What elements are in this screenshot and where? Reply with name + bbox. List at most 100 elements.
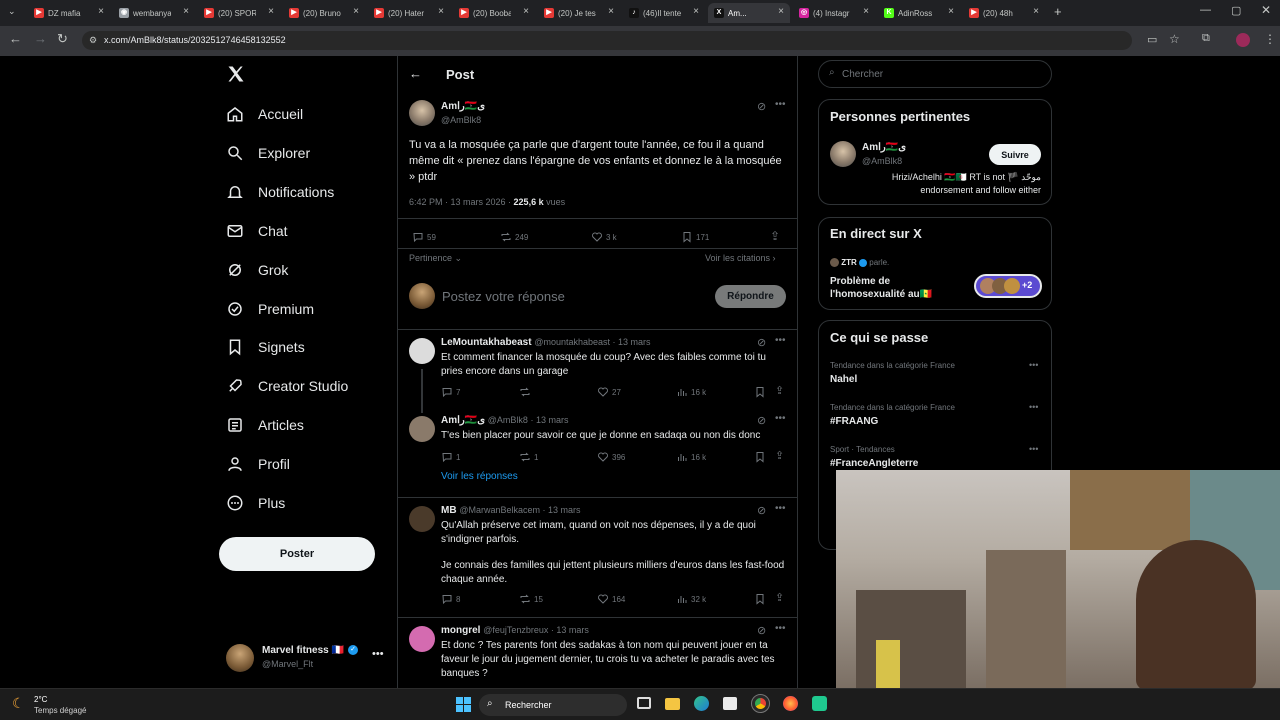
reply-reply-count[interactable]: 7 <box>441 386 460 398</box>
browser-menu-icon[interactable]: ⋮ <box>1264 32 1276 46</box>
maximize-button[interactable]: ▢ <box>1231 4 1241 17</box>
browser-tab[interactable]: ▶ (20) 48h × <box>963 3 1045 23</box>
reply-repost-count[interactable]: 15 <box>519 593 543 605</box>
browser-tab[interactable]: ▶ (20) Bruno × <box>283 3 365 23</box>
live-host[interactable]: ZTR parle. <box>830 258 889 268</box>
reply-views-count[interactable]: 16 k <box>676 386 706 398</box>
reply-author-name[interactable]: Amرا🇱🇾ى <box>441 415 485 426</box>
install-app-icon[interactable]: ▭ <box>1147 33 1157 46</box>
chrome-icon[interactable] <box>751 694 770 713</box>
edge-icon[interactable] <box>694 696 709 711</box>
share-icon[interactable]: ⇪ <box>775 591 784 604</box>
reply-more-icon[interactable]: ••• <box>775 503 786 514</box>
reply-count[interactable]: 59 <box>412 231 436 243</box>
tab-close-icon[interactable]: × <box>183 6 189 17</box>
trend-more-icon[interactable]: ••• <box>1029 402 1038 412</box>
nav-item-plus[interactable]: Plus <box>226 494 285 512</box>
nav-item-profil[interactable]: Profil <box>226 455 290 473</box>
tab-close-icon[interactable]: × <box>523 6 529 17</box>
reply-more-icon[interactable]: ••• <box>775 335 786 346</box>
extensions-icon[interactable]: ⧉ <box>1202 32 1210 45</box>
sort-dropdown[interactable]: Pertinence ⌄ <box>409 253 462 264</box>
browser-tab[interactable]: ♪ (46)Il tente × <box>623 3 705 23</box>
reply-author-handle[interactable]: @MarwanBelkacem · 13 mars <box>459 505 580 515</box>
reply-author-handle[interactable]: @AmBlk8 · 13 mars <box>488 415 569 425</box>
app-icon[interactable] <box>812 696 827 711</box>
reply-bookmark[interactable] <box>754 451 766 463</box>
weather-desc[interactable]: Temps dégagé <box>34 706 86 715</box>
browser-tab[interactable]: X Am... × <box>708 3 790 23</box>
reply-bookmark[interactable] <box>754 593 766 605</box>
quotes-link[interactable]: Voir les citations › <box>705 253 776 263</box>
firefox-icon[interactable] <box>783 696 798 711</box>
bookmark-count[interactable]: 171 <box>681 231 709 243</box>
task-view-icon[interactable] <box>637 697 651 709</box>
tab-close-icon[interactable]: × <box>863 6 869 17</box>
like-count[interactable]: 3 k <box>591 231 617 243</box>
browser-tab[interactable]: ▶ (20) SPOR × <box>198 3 280 23</box>
reply-like-count[interactable]: 27 <box>597 386 621 398</box>
store-icon[interactable] <box>723 697 737 710</box>
reply-reply-count[interactable]: 8 <box>441 593 460 605</box>
repost-count[interactable]: 249 <box>500 231 528 243</box>
tab-close-icon[interactable]: × <box>268 6 274 17</box>
reply-repost-count[interactable] <box>519 386 534 398</box>
nav-item-creator-studio[interactable]: Creator Studio <box>226 377 348 395</box>
grok-icon[interactable]: ⊘ <box>757 336 766 349</box>
tab-close-icon[interactable]: × <box>693 6 699 17</box>
author-name[interactable]: Amرا🇱🇾ى <box>441 101 485 112</box>
close-window-button[interactable]: ✕ <box>1261 3 1271 17</box>
nav-item-chat[interactable]: Chat <box>226 222 288 240</box>
tab-close-icon[interactable]: × <box>608 6 614 17</box>
new-tab-button[interactable]: + <box>1054 4 1062 19</box>
grok-icon[interactable]: ⊘ <box>757 100 766 113</box>
forward-icon[interactable]: → <box>34 31 47 46</box>
bookmark-star-icon[interactable]: ☆ <box>1169 32 1180 46</box>
reply-like-count[interactable]: 164 <box>597 593 625 605</box>
reply-more-icon[interactable]: ••• <box>775 623 786 634</box>
reload-icon[interactable]: ↻ <box>57 31 68 47</box>
reply-input[interactable]: Postez votre réponse <box>442 289 565 304</box>
tab-close-icon[interactable]: × <box>98 6 104 17</box>
weather-temp[interactable]: 2°C <box>34 695 47 704</box>
author-handle[interactable]: @AmBlk8 <box>441 115 481 125</box>
reply-avatar[interactable] <box>409 416 435 442</box>
reply-more-icon[interactable]: ••• <box>775 413 786 424</box>
reply-like-count[interactable]: 396 <box>597 451 625 463</box>
reply-author-name[interactable]: LeMountakhabeast <box>441 337 532 348</box>
reply-author-name[interactable]: mongrel <box>441 625 480 636</box>
trend-more-icon[interactable]: ••• <box>1029 360 1038 370</box>
reply-author-handle[interactable]: @mountakhabeast · 13 mars <box>534 337 650 347</box>
share-icon[interactable]: ⇪ <box>770 229 780 243</box>
nav-item-notifications[interactable]: Notifications <box>226 183 334 201</box>
browser-tab[interactable]: ◎ (4) Instagr × <box>793 3 875 23</box>
reply-avatar[interactable] <box>409 338 435 364</box>
grok-icon[interactable]: ⊘ <box>757 624 766 637</box>
browser-tab[interactable]: ▶ (20) Je tes × <box>538 3 620 23</box>
reply-button[interactable]: Répondre <box>715 285 786 308</box>
author-avatar[interactable] <box>409 100 435 126</box>
account-more-icon[interactable]: ••• <box>372 648 384 660</box>
reply-bookmark[interactable] <box>754 386 766 398</box>
browser-tab[interactable]: ▶ DZ mafia × <box>28 3 110 23</box>
tab-close-icon[interactable]: × <box>1033 6 1039 17</box>
nav-item-articles[interactable]: Articles <box>226 416 304 434</box>
post-button[interactable]: Poster <box>219 537 375 571</box>
share-icon[interactable]: ⇪ <box>775 384 784 397</box>
address-bar[interactable]: ⚙ x.com/AmBlk8/status/203251274645813255… <box>82 31 1132 50</box>
start-button[interactable] <box>456 697 471 712</box>
nav-item-accueil[interactable]: Accueil <box>226 105 303 123</box>
reply-views-count[interactable]: 32 k <box>676 593 706 605</box>
follow-button[interactable]: Suivre <box>989 144 1041 165</box>
browser-tab[interactable]: ◉ wembanyama × <box>113 3 195 23</box>
nav-item-explorer[interactable]: Explorer <box>226 144 310 162</box>
reply-views-count[interactable]: 16 k <box>676 451 706 463</box>
tab-list-dropdown-icon[interactable]: ⌄ <box>8 6 16 17</box>
relevant-name[interactable]: Amرا🇱🇾ى <box>862 142 906 153</box>
live-topic[interactable]: Problème de l'homosexualité au🇸🇳 <box>830 275 932 301</box>
live-listeners[interactable]: +2 <box>974 274 1042 298</box>
relevant-handle[interactable]: @AmBlk8 <box>862 156 902 166</box>
tab-close-icon[interactable]: × <box>778 6 784 17</box>
share-icon[interactable]: ⇪ <box>775 449 784 462</box>
grok-icon[interactable]: ⊘ <box>757 504 766 517</box>
